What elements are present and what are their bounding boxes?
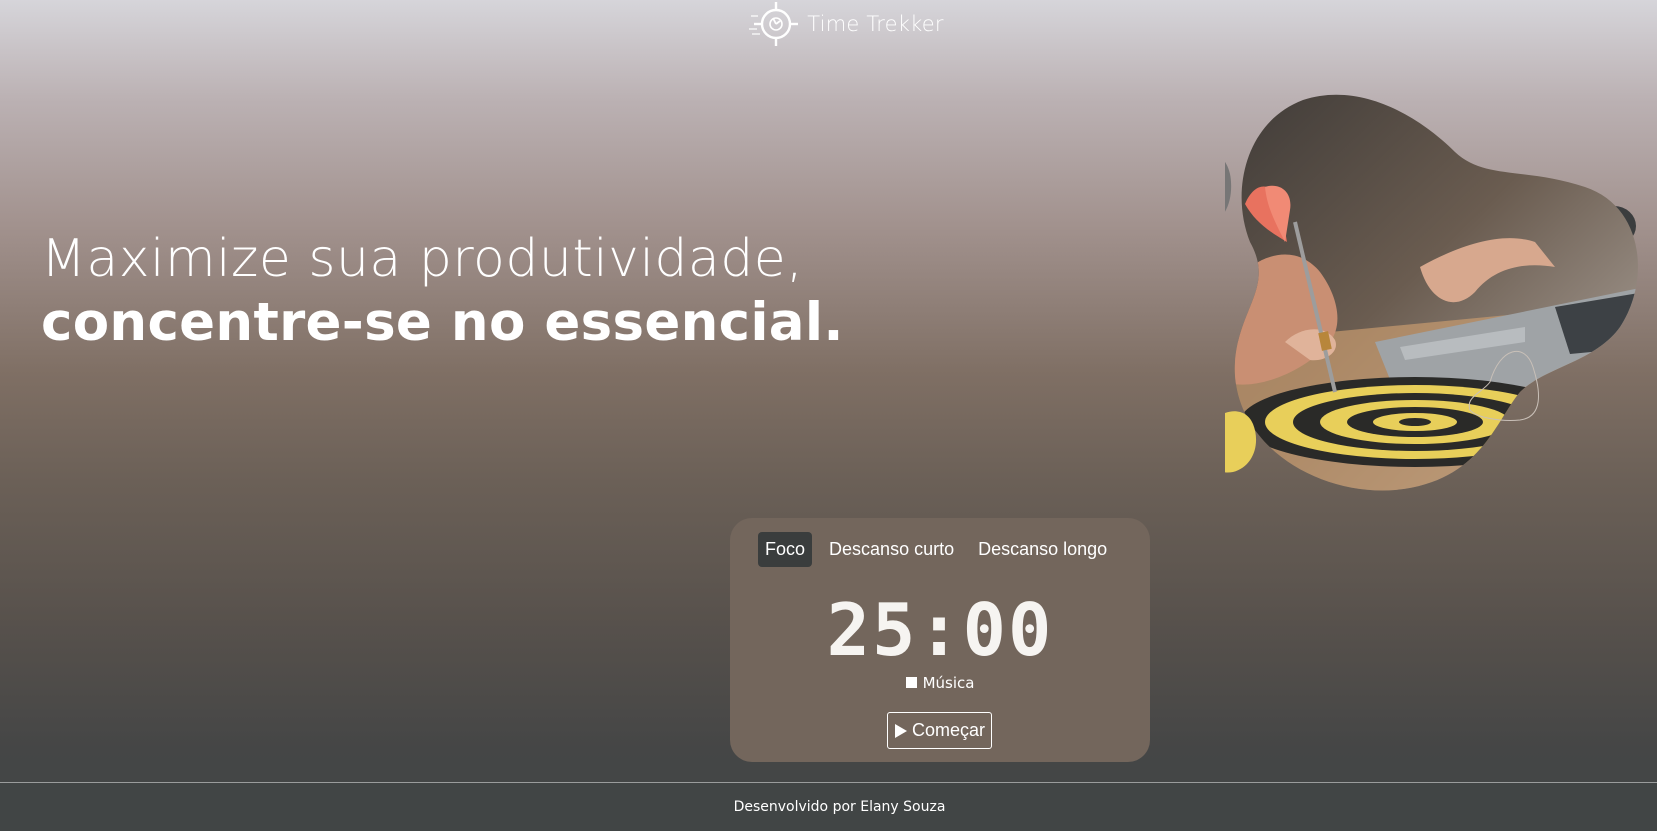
clock-target-icon [749,2,799,46]
tab-descanso-longo[interactable]: Descanso longo [971,532,1114,567]
hero-headline: Maximize sua produtividade, concentre-se… [41,228,844,356]
dart-target-illustration [1225,94,1638,491]
tab-descanso-curto[interactable]: Descanso curto [822,532,961,567]
start-button[interactable]: Começar [887,712,992,749]
headline-line-2: concentre-se no essencial. [41,292,844,353]
tab-foco[interactable]: Foco [758,532,813,567]
footer: Desenvolvido por Elany Souza [0,782,1657,831]
logo[interactable]: Time Trekker [749,0,944,49]
timer-card: Foco Descanso curto Descanso longo 25:00… [730,518,1150,762]
music-checkbox[interactable] [905,676,917,688]
footer-credit: Desenvolvido por Elany Souza [733,799,946,815]
play-icon [894,723,907,738]
music-label: Música [922,674,975,692]
headline-line-1: Maximize sua produtividade, [41,229,804,289]
app-title: Time Trekker [807,12,944,36]
music-toggle[interactable]: Música [730,674,1150,692]
timer-mode-tabs: Foco Descanso curto Descanso longo [758,532,1114,567]
start-button-label: Começar [911,720,986,740]
timer-display: 25:00 [826,588,1054,672]
header: Time Trekker [0,0,1657,48]
